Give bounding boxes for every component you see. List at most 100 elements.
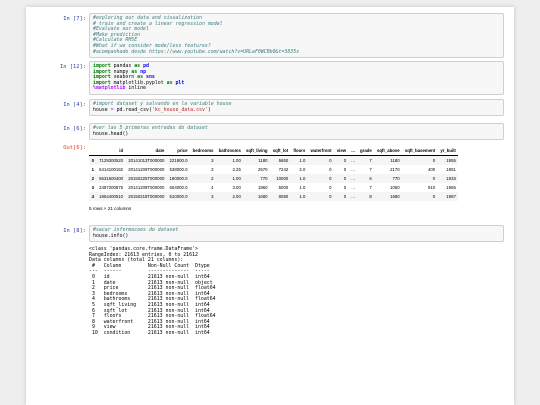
table-cell: 8080 xyxy=(270,192,291,201)
table-cell: 6414100192 xyxy=(99,167,124,172)
table-cell: 0 xyxy=(343,167,347,172)
table-cell: 4 xyxy=(211,185,214,190)
row-index: 0 xyxy=(89,155,97,165)
code-input[interactable]: #exploring our data and visualization # t… xyxy=(89,13,504,59)
table-cell: 0 xyxy=(402,192,438,201)
row-index: 4 xyxy=(89,192,97,201)
column-header: grade xyxy=(357,146,375,156)
table-cell: 1.0 xyxy=(290,174,308,183)
column-header: sqft_living xyxy=(243,146,271,156)
table-cell: 7 xyxy=(369,167,372,172)
table-cell: 6 xyxy=(357,174,375,183)
code-token: inline xyxy=(125,85,147,92)
info-output: <class 'pandas.core.frame.DataFrame'> Ran… xyxy=(89,246,504,337)
notebook-page: In [7]: #exploring our data and visualiz… xyxy=(26,7,514,405)
table-cell: 1.0 xyxy=(299,185,306,190)
table-cell: 20150225T000000 xyxy=(125,174,167,183)
code-token: pd.read_csv( xyxy=(113,106,152,113)
table-cell: 1680 xyxy=(374,192,403,201)
column-header: floors xyxy=(290,146,308,156)
table-cell: 8 xyxy=(357,192,375,201)
table-cell: 1.00 xyxy=(216,174,244,183)
table-cell: 0 xyxy=(329,167,332,172)
code-input[interactable]: #sacar informacoes do dataset house.info(… xyxy=(89,225,504,243)
column-header: price xyxy=(166,146,191,156)
table-cell: 0 xyxy=(329,185,332,190)
code-token: house xyxy=(93,106,111,113)
column-header: bathrooms xyxy=(216,146,244,156)
table-cell: 10000 xyxy=(270,174,291,183)
table-cell: 2487200875 xyxy=(99,185,124,190)
table-cell: 510000.0 xyxy=(166,192,191,201)
table-cell: 0 xyxy=(402,174,438,183)
table-cell: 2.25 xyxy=(232,167,241,172)
table-cell: 1955 xyxy=(437,155,459,165)
code-input[interactable]: #ver las 5 primeras entradas do dataset h… xyxy=(89,123,504,141)
input-prompt: In [7]: xyxy=(63,16,86,22)
code-token: 'kc_house_data.csv' xyxy=(151,106,208,113)
table-cell: 0 xyxy=(307,192,335,201)
input-prompt: In [8]: xyxy=(63,228,86,234)
table-cell: 1.00 xyxy=(216,155,244,165)
code-line: %matplotlib inline xyxy=(93,86,500,92)
input-prompt: In [4]: xyxy=(63,102,86,108)
input-prompt: In [6]: xyxy=(63,126,86,132)
column-header: date xyxy=(125,146,167,156)
code-token: plt xyxy=(172,79,185,86)
table-cell: 7 xyxy=(369,185,372,190)
table-cell: 1.0 xyxy=(290,192,308,201)
table-cell: 20150218T000000 xyxy=(125,192,167,201)
table-cell: 1954400510 xyxy=(96,192,126,201)
table-cell: 1951 xyxy=(446,167,456,172)
table-cell: 770 xyxy=(243,174,271,183)
table-cell: 5631500400 xyxy=(96,174,126,183)
column-header: yr_built xyxy=(437,146,459,156)
table-cell: 0 xyxy=(307,155,335,165)
input-prompt: In [12]: xyxy=(60,64,86,70)
table-cell: 400 xyxy=(427,167,436,172)
code-input[interactable]: import pandas as pd import numpy as np imp… xyxy=(89,61,504,95)
output-prompt: Out[6]: xyxy=(63,145,86,151)
stdout-text: <class 'pandas.core.frame.DataFrame'> Ran… xyxy=(89,246,504,337)
table-cell: 20141013T000000 xyxy=(125,155,167,165)
table-cell: 180000.0 xyxy=(166,174,191,183)
table-cell: 1050 xyxy=(390,185,400,190)
code-line: house.head() xyxy=(93,130,500,138)
code-token: house.info() xyxy=(93,232,129,239)
table-cell: ... xyxy=(348,155,358,165)
table-cell: 5000 xyxy=(278,185,289,190)
table-cell: 0 xyxy=(402,155,438,165)
table-cell: 604000.0 xyxy=(169,185,188,190)
table-cell: ... xyxy=(351,185,355,190)
table-cell: 1180 xyxy=(374,155,403,165)
code-input[interactable]: #import dataset y salvando en la variabl… xyxy=(89,99,504,117)
table-cell: 2570 xyxy=(257,167,268,172)
table-cell: 1960 xyxy=(257,185,268,190)
table-cell: 2170 xyxy=(390,167,400,172)
table-cell: 3 xyxy=(211,167,214,172)
table-cell: 910 xyxy=(427,185,436,190)
table-cell: 2.0 xyxy=(299,167,306,172)
table-cell: 3.00 xyxy=(232,185,241,190)
table-row: 2 5631500400 20150225T000000 180000.0 2 1.00 7… xyxy=(89,174,459,183)
column-header: id xyxy=(96,146,126,156)
table-cell: 0 xyxy=(307,174,335,183)
column-header: sqft_basement xyxy=(402,146,438,156)
table-cell: 0 xyxy=(334,192,349,201)
stdout-line: 10 condition 21613 non-null int64 xyxy=(89,329,216,336)
dataframe-output: id date price bedrooms bathrooms sqft_living s… xyxy=(89,146,504,211)
code-line: house.info() xyxy=(93,232,500,240)
code-line: house = pd.read_csv('kc_house_data.csv') xyxy=(93,106,500,114)
table-cell: 1180 xyxy=(243,155,271,165)
table-row: 1 6414100192 20141209T000000 538000.0 3 2.25 2… xyxy=(89,165,458,174)
column-header: bedrooms xyxy=(190,146,217,156)
table-row: 3 2487200875 20141209T000000 604000.0 4 3.00 1… xyxy=(89,183,458,192)
table-cell: 770 xyxy=(374,174,403,183)
column-header: sqft_above xyxy=(374,146,403,156)
row-index: 1 xyxy=(91,167,94,172)
code-token: house.head() xyxy=(93,130,129,137)
row-index: 2 xyxy=(89,174,97,183)
table-cell: 0 xyxy=(334,174,349,183)
table-cell: 20141209T000000 xyxy=(128,167,165,172)
table-cell: ... xyxy=(348,192,358,201)
